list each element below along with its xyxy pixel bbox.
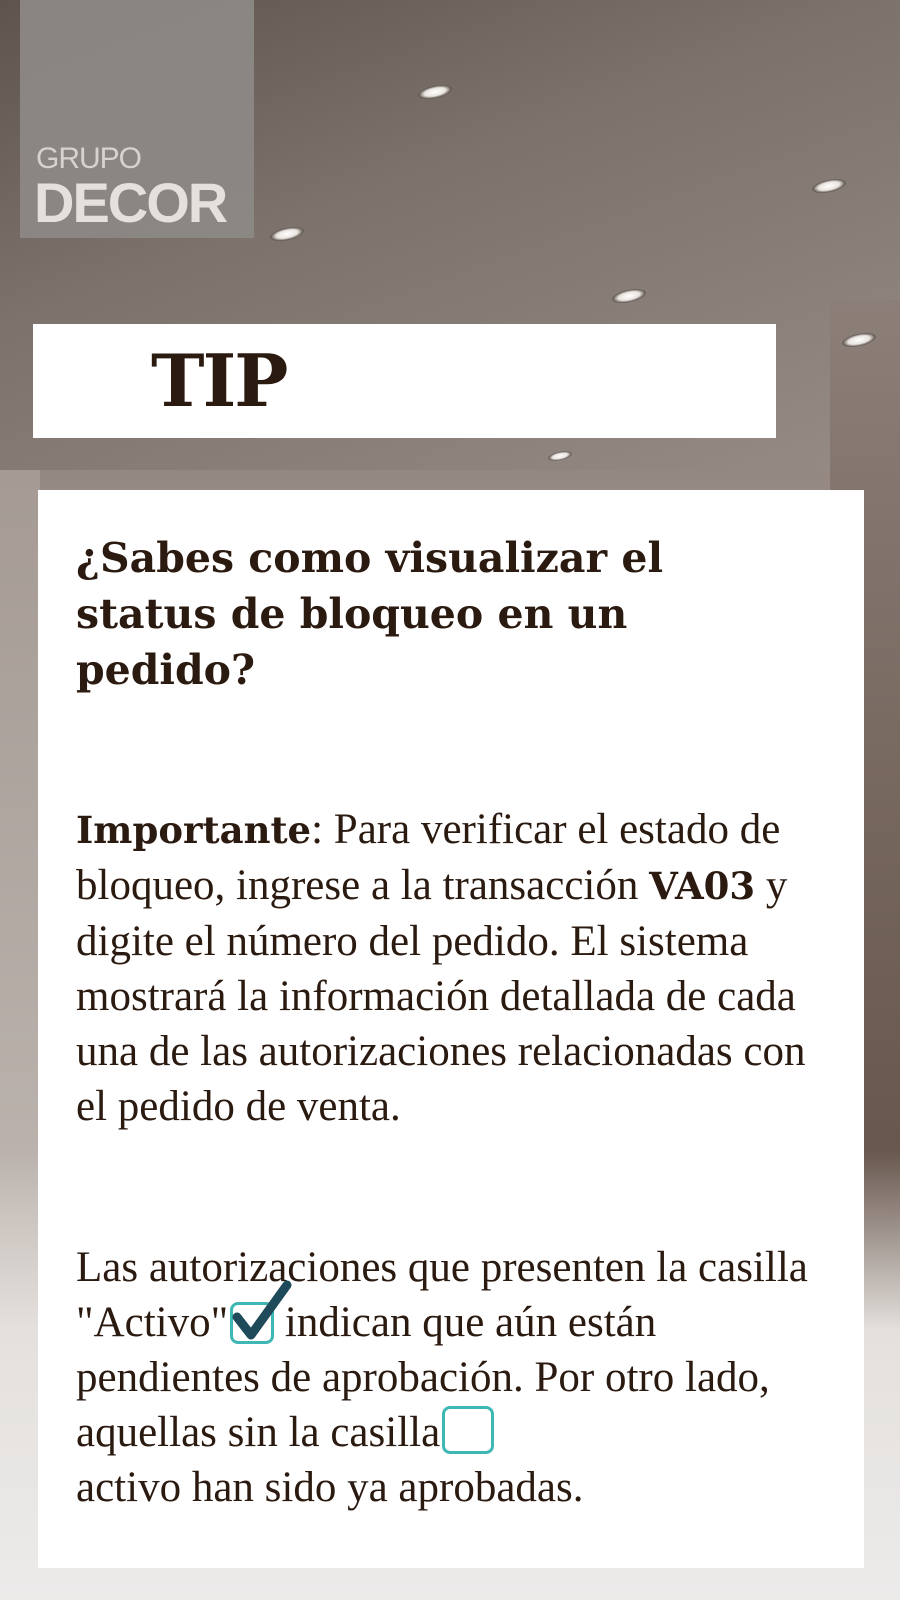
tip-title: TIP <box>151 338 288 423</box>
logo-line-decor: DECOR <box>34 171 228 234</box>
tip-card: ¿Sabes como visualizar el status de bloq… <box>38 490 864 1568</box>
importante-paragraph: Importante: Para verificar el estado de … <box>76 802 836 1134</box>
transaction-code: VA03 <box>649 864 756 908</box>
tip-banner: TIP <box>33 324 776 438</box>
question-heading: ¿Sabes como visualizar el status de bloq… <box>76 534 664 694</box>
paragraph-text: activo han sido ya aprobadas. <box>76 1464 584 1511</box>
empty-checkbox-icon <box>442 1406 495 1454</box>
importante-label: Importante <box>76 808 312 852</box>
authorization-paragraph: Las autorizaciones que presenten la casi… <box>76 1240 836 1515</box>
checked-checkbox-icon <box>230 1280 292 1344</box>
